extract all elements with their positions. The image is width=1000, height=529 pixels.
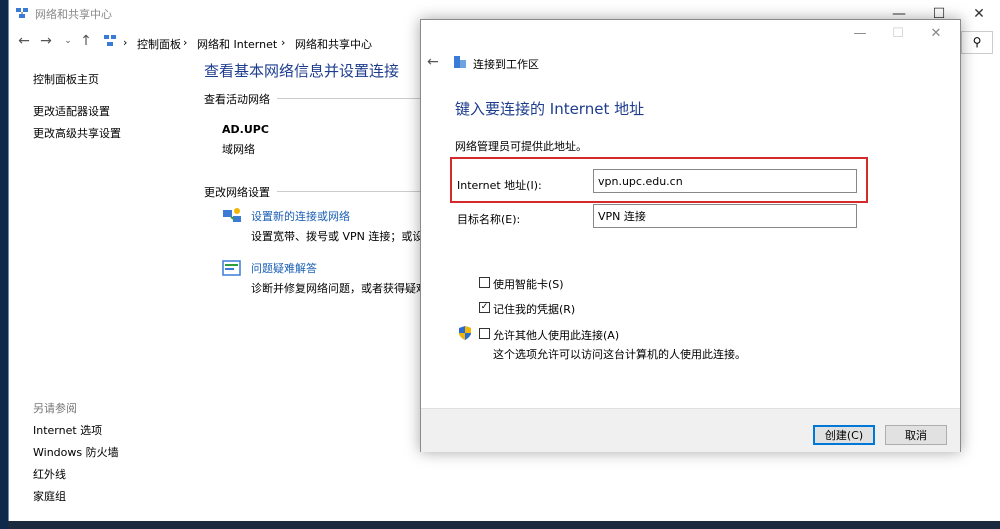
allow-others-label: 允许其他人使用此连接(A) bbox=[493, 329, 620, 342]
dialog-title: 连接到工作区 bbox=[473, 58, 539, 71]
remember-credentials-checkbox[interactable]: ✓ bbox=[479, 302, 490, 313]
divider bbox=[277, 98, 421, 99]
setup-new-connection-link[interactable]: 设置新的连接或网络 bbox=[251, 208, 350, 224]
close-button[interactable]: ✕ bbox=[959, 2, 999, 26]
address-bar[interactable]: › 控制面板 › 网络和 Internet › 网络和共享中心 bbox=[103, 31, 423, 51]
back-arrow-icon[interactable]: ← bbox=[15, 31, 33, 51]
network-type: 域网络 bbox=[222, 143, 255, 156]
cancel-button[interactable]: 取消 bbox=[885, 425, 947, 445]
control-panel-home-link[interactable]: 控制面板主页 bbox=[33, 71, 99, 87]
workplace-network-icon bbox=[454, 56, 466, 68]
close-button[interactable]: ✕ bbox=[921, 24, 951, 44]
minimize-button[interactable]: — bbox=[845, 24, 875, 44]
window-title: 网络和共享中心 bbox=[35, 8, 112, 21]
up-arrow-icon[interactable]: ↑ bbox=[77, 31, 95, 51]
breadcrumb-separator: › bbox=[123, 36, 128, 49]
dialog-heading: 键入要连接的 Internet 地址 bbox=[455, 100, 645, 118]
internet-address-input[interactable] bbox=[593, 169, 857, 193]
homegroup-link[interactable]: 家庭组 bbox=[33, 488, 66, 504]
allow-others-description: 这个选项允许可以访问这台计算机的人使用此连接。 bbox=[493, 348, 746, 361]
network-name: AD.UPC bbox=[222, 123, 269, 136]
remember-credentials-label: 记住我的凭据(R) bbox=[493, 303, 576, 316]
recent-chevron-down-icon[interactable]: ⌄ bbox=[59, 31, 77, 51]
see-also-header: 另请参阅 bbox=[33, 402, 77, 415]
breadcrumb-separator: › bbox=[281, 36, 286, 49]
change-adapter-settings-link[interactable]: 更改适配器设置 bbox=[33, 103, 110, 119]
control-panel-icon bbox=[104, 35, 116, 46]
allow-others-checkbox[interactable] bbox=[479, 328, 490, 339]
new-connection-icon bbox=[223, 208, 241, 222]
network-icon bbox=[16, 8, 28, 18]
maximize-button: ☐ bbox=[892, 26, 904, 41]
dialog-footer: 创建(C) 取消 bbox=[421, 408, 960, 452]
internet-address-label: Internet 地址(I): bbox=[457, 179, 542, 192]
destination-name-label: 目标名称(E): bbox=[457, 213, 521, 226]
setup-new-connection-desc: 设置宽带、拨号或 VPN 连接；或设置 bbox=[251, 230, 435, 243]
smartcard-label: 使用智能卡(S) bbox=[493, 278, 564, 291]
change-settings-header: 更改网络设置 bbox=[204, 186, 270, 199]
back-arrow-icon[interactable]: ← bbox=[427, 54, 439, 70]
breadcrumb-network-sharing-center[interactable]: 网络和共享中心 bbox=[295, 36, 372, 52]
troubleshoot-link[interactable]: 问题疑难解答 bbox=[251, 260, 317, 276]
smartcard-checkbox[interactable] bbox=[479, 277, 490, 288]
troubleshoot-icon bbox=[222, 260, 241, 276]
desktop-edge bbox=[0, 0, 8, 529]
connect-to-workplace-dialog: — ☐ ✕ ← 连接到工作区 键入要连接的 Internet 地址 网络管理员可… bbox=[420, 19, 961, 452]
search-icon[interactable]: ⚲ bbox=[961, 31, 993, 54]
breadcrumb-control-panel[interactable]: 控制面板 bbox=[137, 36, 181, 52]
internet-options-link[interactable]: Internet 选项 bbox=[33, 422, 102, 438]
divider bbox=[277, 191, 421, 192]
breadcrumb-separator: › bbox=[183, 36, 188, 49]
change-advanced-sharing-link[interactable]: 更改高级共享设置 bbox=[33, 125, 121, 141]
create-button[interactable]: 创建(C) bbox=[813, 425, 875, 445]
forward-arrow-icon[interactable]: → bbox=[37, 31, 55, 51]
destination-name-input[interactable] bbox=[593, 204, 857, 228]
uac-shield-icon bbox=[459, 326, 471, 340]
troubleshoot-desc: 诊断并修复网络问题，或者获得疑难解 bbox=[251, 282, 438, 295]
windows-firewall-link[interactable]: Windows 防火墙 bbox=[33, 444, 119, 460]
breadcrumb-network-internet[interactable]: 网络和 Internet bbox=[197, 36, 277, 52]
active-networks-header: 查看活动网络 bbox=[204, 93, 270, 106]
page-title: 查看基本网络信息并设置连接 bbox=[204, 62, 400, 80]
admin-note: 网络管理员可提供此地址。 bbox=[455, 140, 587, 153]
infrared-link[interactable]: 红外线 bbox=[33, 466, 66, 482]
